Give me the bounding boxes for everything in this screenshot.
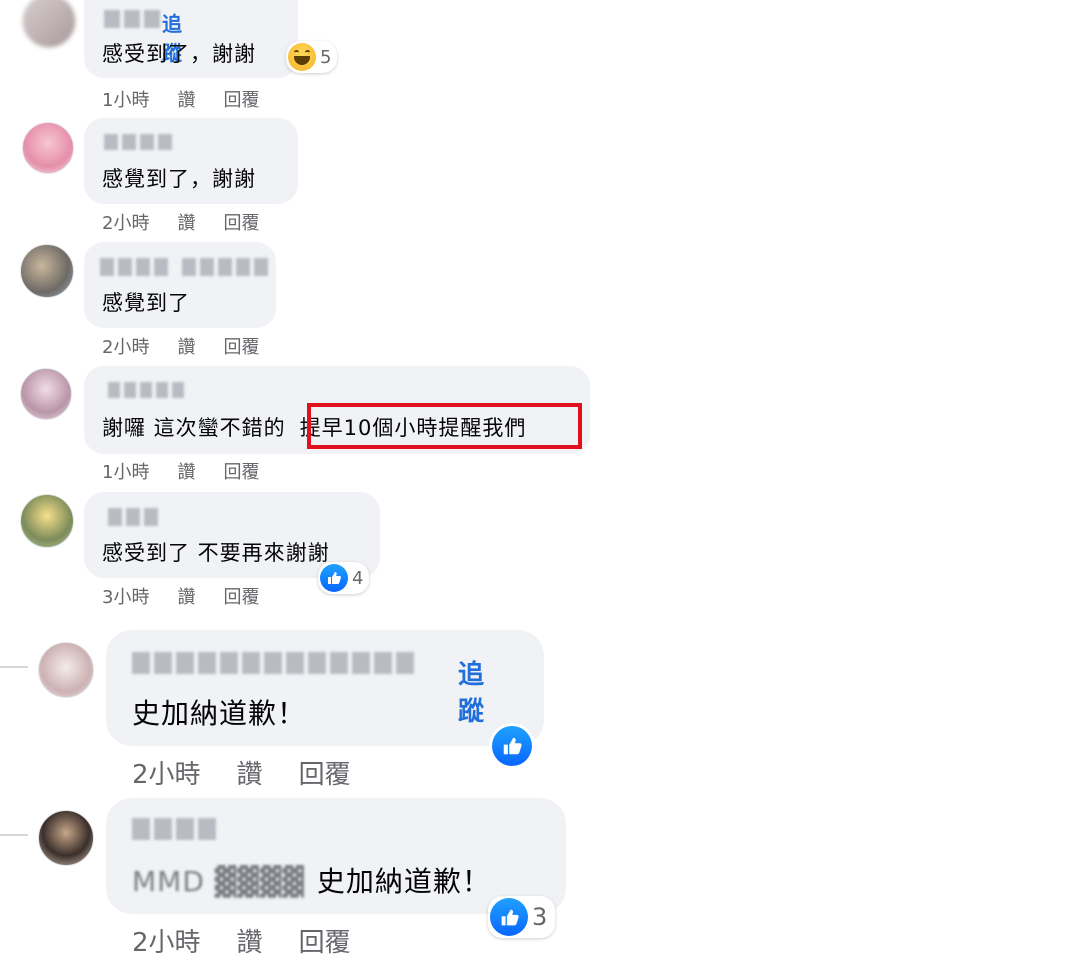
like-icon: [320, 564, 348, 592]
comment-time[interactable]: 2小時: [102, 209, 149, 235]
comment-time[interactable]: 2小時: [132, 922, 201, 959]
like-button[interactable]: 讚: [177, 583, 195, 609]
comment-meta: 1小時 讚 回覆: [102, 86, 259, 112]
reaction-count: 3: [532, 903, 548, 931]
reply-button[interactable]: 回覆: [223, 458, 259, 484]
comment-text: 感覺到了，謝謝: [102, 167, 256, 191]
reply-button[interactable]: 回覆: [223, 333, 259, 359]
like-button[interactable]: 讚: [177, 458, 195, 484]
like-button[interactable]: 讚: [237, 922, 263, 959]
commenter-name[interactable]: [104, 10, 160, 28]
comment-text: 感受到了 不要再來謝謝: [102, 541, 330, 565]
commenter-name[interactable]: [104, 134, 172, 150]
reaction-summary[interactable]: 5: [286, 41, 338, 73]
comment-text: 史加納道歉！: [132, 697, 307, 730]
reaction-count: 5: [320, 46, 332, 68]
commenter-name[interactable]: [108, 508, 158, 526]
comment-time[interactable]: 2小時: [132, 754, 201, 791]
reply-button[interactable]: 回覆: [223, 209, 259, 235]
comment-meta: 2小時 讚 回覆: [102, 209, 259, 235]
reaction-count: 4: [352, 567, 364, 589]
commenter-name[interactable]: [132, 818, 216, 840]
comment-meta: 2小時 讚 回覆: [102, 333, 259, 359]
comment-meta: 3小時 讚 回覆: [102, 583, 259, 609]
thread-connector: [0, 666, 28, 668]
comment-time[interactable]: 1小時: [102, 458, 149, 484]
like-button[interactable]: 讚: [177, 86, 195, 112]
comment-meta: 1小時 讚 回覆: [102, 458, 259, 484]
like-button[interactable]: 讚: [177, 209, 195, 235]
haha-icon: [288, 43, 316, 71]
avatar[interactable]: [22, 0, 76, 48]
comment-meta: 2小時 讚 回覆: [132, 754, 351, 791]
reply-button[interactable]: 回覆: [223, 86, 259, 112]
comment-time[interactable]: 2小時: [102, 333, 149, 359]
like-button[interactable]: 讚: [177, 333, 195, 359]
red-highlight-box: [307, 403, 582, 449]
reaction-summary[interactable]: 4: [318, 562, 370, 594]
avatar[interactable]: [20, 494, 74, 548]
avatar[interactable]: [20, 244, 74, 298]
comment-text: 感受到了，謝謝: [102, 42, 256, 66]
follow-link[interactable]: 追蹤: [458, 654, 484, 728]
comment-meta: 2小時 讚 回覆: [132, 922, 351, 959]
comment-text: 感覺到了: [102, 291, 190, 315]
avatar[interactable]: [38, 642, 94, 698]
commenter-name[interactable]: [100, 258, 268, 276]
comment-text: MMD ▓▓▓▓ 史加納道歉！: [132, 860, 491, 900]
blurred-mention: MMD ▓▓▓▓: [132, 865, 305, 898]
like-button[interactable]: 讚: [237, 754, 263, 791]
reply-button[interactable]: 回覆: [223, 583, 259, 609]
avatar[interactable]: [22, 122, 74, 174]
like-icon[interactable]: [492, 726, 532, 766]
comment-text-prefix: 謝囉 這次蠻不錯的: [102, 416, 286, 440]
commenter-name[interactable]: [132, 652, 414, 674]
avatar[interactable]: [38, 810, 94, 866]
commenter-name[interactable]: [108, 382, 184, 398]
comment-text-body: 史加納道歉！: [316, 865, 491, 898]
like-icon: [490, 898, 528, 936]
reaction-summary[interactable]: 3: [488, 896, 556, 938]
reply-button[interactable]: 回覆: [299, 922, 351, 959]
reply-button[interactable]: 回覆: [299, 754, 351, 791]
avatar[interactable]: [20, 368, 72, 420]
comment-time[interactable]: 3小時: [102, 583, 149, 609]
comment-time[interactable]: 1小時: [102, 86, 149, 112]
thread-connector: [0, 834, 28, 836]
